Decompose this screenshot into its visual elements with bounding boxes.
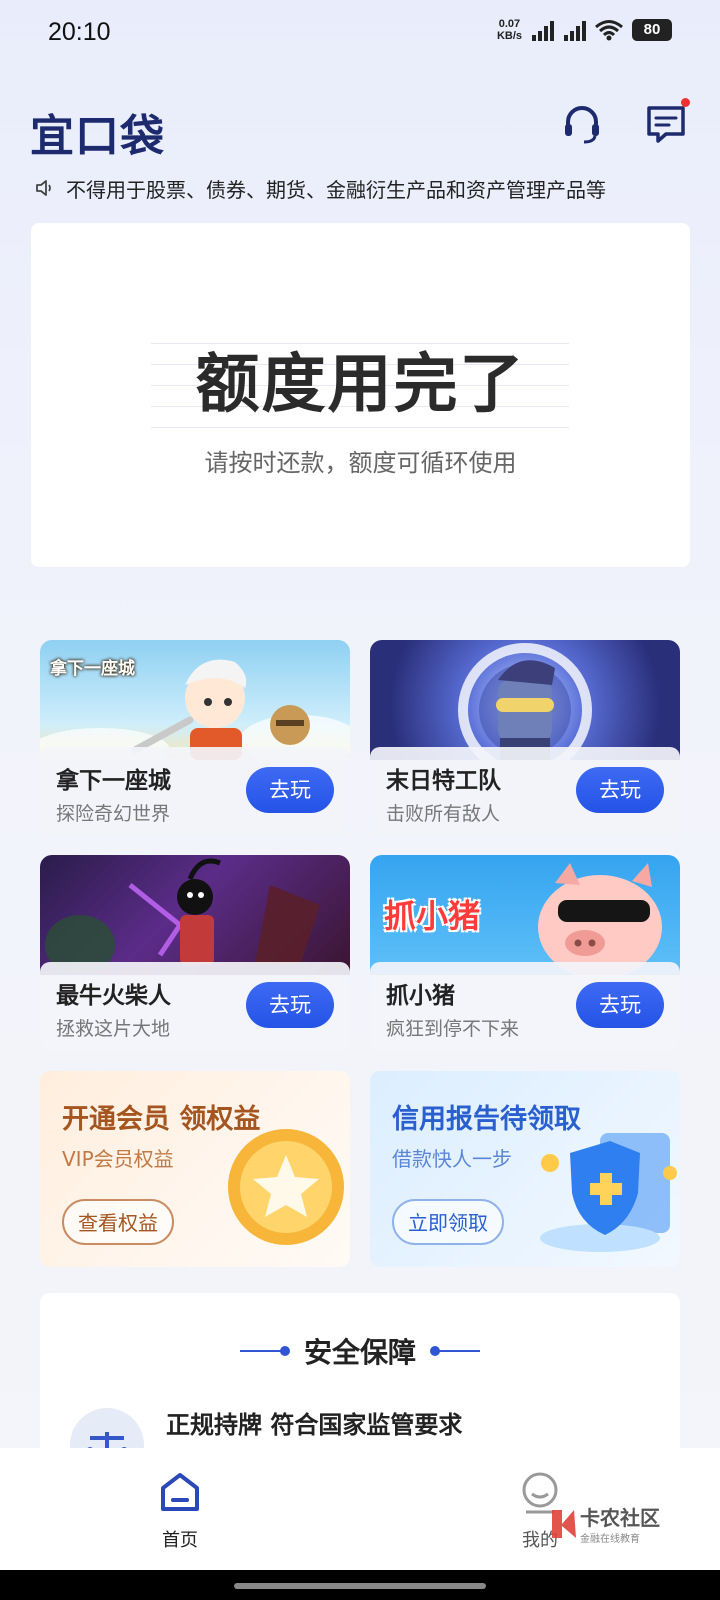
notice-text: 不得用于股票、债券、期货、金融衍生产品和资产管理产品等 (66, 177, 606, 202)
signal-icon (562, 19, 586, 41)
coin-icon (228, 1129, 344, 1245)
game-card-4[interactable]: 抓小猪 抓小猪 疯狂到停不下来 去玩 (370, 855, 680, 1052)
play-button[interactable]: 去玩 (246, 982, 334, 1028)
app-header: 宜口袋 (0, 90, 720, 170)
game-art-caption: 拿下一座城 (50, 659, 135, 679)
quota-card: 额度用完了 请按时还款，额度可循环使用 (31, 223, 690, 567)
watermark-logo-icon (552, 1510, 576, 1538)
play-button[interactable]: 去玩 (576, 982, 664, 1028)
wifi-icon (595, 20, 623, 41)
app-logo: 宜口袋 (30, 111, 165, 162)
tab-home-label: 首页 (162, 1530, 198, 1551)
watermark: 卡农社区 金融在线教育 (548, 1502, 688, 1552)
game-subtitle: 探险奇幻世界 (56, 803, 171, 825)
game-subtitle: 疯狂到停不下来 (386, 1018, 520, 1040)
game-card-3[interactable]: 最牛火柴人 拯救这片大地 去玩 (40, 855, 350, 1052)
vip-promo-card[interactable]: 开通会员 领权益 VIP会员权益 查看权益 (40, 1071, 350, 1267)
divider (436, 1350, 480, 1352)
watermark-subtext: 金融在线教育 (580, 1534, 640, 1545)
game-info: 末日特工队 击败所有敌人 去玩 (370, 747, 680, 837)
game-art: 拿下一座城 (40, 640, 350, 772)
game-art-caption: 抓小猪 (384, 897, 481, 935)
shield-icon (540, 1133, 677, 1252)
credit-title: 信用报告待领取 (392, 1104, 581, 1135)
network-speed: 0.07 KB/s (497, 18, 522, 42)
net-speed-unit: KB/s (496, 30, 522, 42)
game-art (370, 640, 680, 777)
game-subtitle: 拯救这片大地 (56, 1018, 171, 1040)
home-icon (161, 1473, 199, 1511)
battery-indicator: 80 (632, 19, 672, 41)
game-title: 拿下一座城 (56, 768, 171, 794)
game-info: 最牛火柴人 拯救这片大地 去玩 (40, 962, 350, 1052)
game-info: 拿下一座城 探险奇幻世界 去玩 (40, 747, 350, 837)
watermark-text: 卡农社区 (580, 1506, 660, 1530)
vip-title: 开通会员 领权益 (62, 1104, 261, 1135)
message-icon[interactable] (644, 98, 690, 146)
credit-report-card[interactable]: 信用报告待领取 借款快人一步 立即领取 (370, 1071, 680, 1267)
unread-dot (681, 98, 690, 107)
quota-title: 额度用完了 (195, 348, 526, 422)
vip-subtitle: VIP会员权益 (62, 1147, 174, 1171)
credit-subtitle: 借款快人一步 (392, 1147, 512, 1171)
view-benefits-button[interactable]: 查看权益 (62, 1199, 174, 1245)
game-title: 末日特工队 (386, 768, 501, 794)
game-art (40, 855, 350, 975)
status-time: 20:10 (48, 18, 111, 46)
headset-icon[interactable] (560, 102, 604, 146)
claim-now-button[interactable]: 立即领取 (392, 1199, 504, 1245)
notice-bar: 不得用于股票、债券、期货、金融衍生产品和资产管理产品等 (34, 172, 694, 204)
play-button[interactable]: 去玩 (246, 767, 334, 813)
speaker-icon (36, 180, 51, 196)
quota-subtitle: 请按时还款，额度可循环使用 (204, 449, 517, 477)
signal-icon (530, 19, 554, 41)
game-card-1[interactable]: 拿下一座城 拿下一座城 探险奇幻世界 去玩 (40, 640, 350, 837)
play-button[interactable]: 去玩 (576, 767, 664, 813)
net-speed-value: 0.07 (498, 18, 521, 30)
home-indicator[interactable] (234, 1583, 486, 1589)
status-indicators: 0.07 KB/s 80 (497, 18, 672, 42)
game-title: 最牛火柴人 (56, 983, 171, 1009)
tab-home[interactable]: 首页 (120, 1470, 240, 1552)
security-section: 安全保障 正规持牌 符合国家监管要求 (40, 1293, 680, 1482)
game-subtitle: 击败所有敌人 (386, 803, 501, 825)
game-art: 抓小猪 (370, 855, 680, 979)
game-title: 抓小猪 (386, 983, 455, 1009)
security-title: 安全保障 (303, 1336, 416, 1369)
security-item: 正规持牌 符合国家监管要求 (166, 1411, 463, 1439)
game-card-2[interactable]: 末日特工队 击败所有敌人 去玩 (370, 640, 680, 837)
status-bar: 20:10 0.07 KB/s 80 (0, 0, 720, 66)
game-info: 抓小猪 疯狂到停不下来 去玩 (370, 962, 680, 1052)
